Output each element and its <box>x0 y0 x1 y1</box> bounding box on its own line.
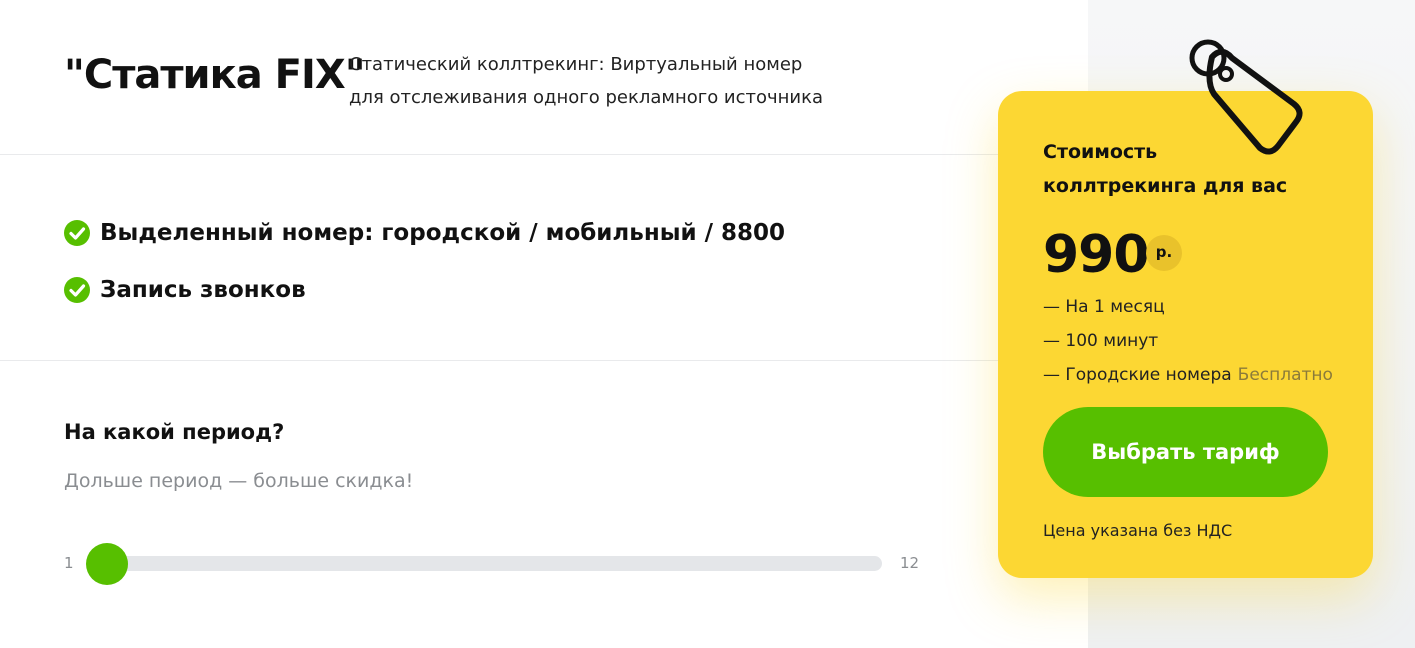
plan-title: "Статика FIX" <box>64 52 366 98</box>
period-title: На какой период? <box>64 420 285 444</box>
section-divider <box>0 154 1088 155</box>
price-detail: — 100 минут <box>1043 331 1158 351</box>
period-slider-thumb[interactable] <box>86 543 128 585</box>
period-slider-track[interactable] <box>90 556 882 571</box>
check-circle-icon <box>64 277 90 303</box>
currency-badge: р. <box>1146 235 1182 271</box>
feature-label: Выделенный номер: городской / мобильный … <box>100 220 786 246</box>
price-detail: — Городские номера Бесплатно <box>1043 365 1333 385</box>
section-divider <box>0 360 1088 361</box>
price-detail: — На 1 месяц <box>1043 297 1165 317</box>
slider-max-label: 12 <box>900 554 920 572</box>
price-tag-icon <box>1189 39 1303 155</box>
plan-description: Статический коллтрекинг: Виртуальный ном… <box>349 48 849 114</box>
vat-note: Цена указана без НДС <box>1043 521 1233 540</box>
price-value: 990 <box>1043 225 1150 285</box>
price-card: Стоимость коллтрекинга для вас 990 р. — … <box>998 91 1373 578</box>
feature-label: Запись звонков <box>100 277 306 303</box>
price-card-title-line: коллтрекинга для вас <box>1043 175 1288 197</box>
period-hint: Дольше период — больше скидка! <box>64 470 414 492</box>
price-detail-text: — Городские номера <box>1043 365 1232 385</box>
plan-description-line: для отслеживания одного рекламного источ… <box>349 87 824 108</box>
choose-plan-button[interactable]: Выбрать тариф <box>1043 407 1328 497</box>
slider-min-label: 1 <box>64 554 74 572</box>
price-detail-text: — 100 минут <box>1043 331 1159 351</box>
plan-description-line: Статический коллтрекинг: Виртуальный ном… <box>349 54 803 75</box>
free-badge: Бесплатно <box>1237 365 1333 385</box>
feature-item: Выделенный номер: городской / мобильный … <box>64 220 785 246</box>
feature-item: Запись звонков <box>64 277 306 303</box>
check-circle-icon <box>64 220 90 246</box>
price-detail-text: — На 1 месяц <box>1043 297 1165 317</box>
